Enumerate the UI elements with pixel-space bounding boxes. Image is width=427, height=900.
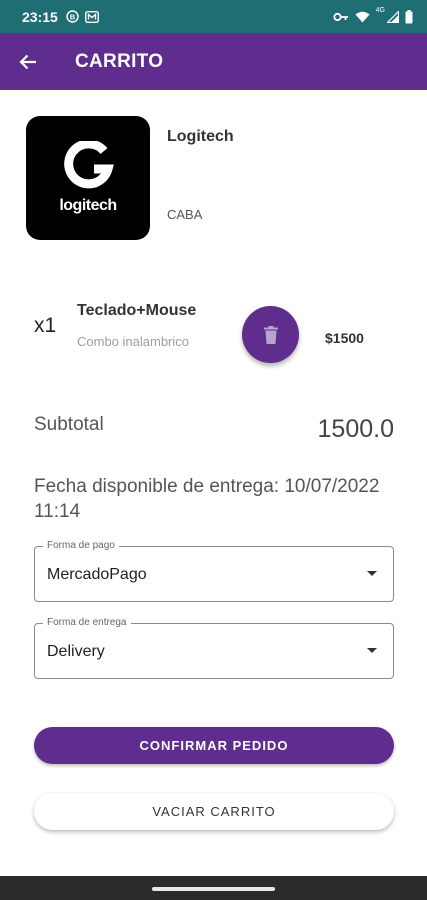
delivery-date: Fecha disponible de entrega: 10/07/2022 … <box>34 476 380 522</box>
status-system-icons: 4G <box>333 6 413 24</box>
payment-method-label: Forma de pago <box>43 540 119 551</box>
item-name: Teclado+Mouse <box>77 302 197 319</box>
delete-item-button[interactable] <box>242 306 299 363</box>
item-quantity: x1 <box>34 314 57 337</box>
system-nav-bar <box>0 876 427 900</box>
signal-type-label: 4G <box>375 6 385 14</box>
subtotal-value: 1500.0 <box>317 415 394 443</box>
app-bar: CARRITO <box>0 33 427 90</box>
confirm-order-button[interactable]: CONFIRMAR PEDIDO <box>34 727 394 764</box>
signal-icon <box>387 10 399 23</box>
dropdown-arrow-icon <box>367 648 377 653</box>
subtotal-label: Subtotal <box>34 414 104 435</box>
status-m-icon <box>84 10 99 23</box>
wifi-icon <box>355 11 370 23</box>
battery-icon <box>405 9 413 24</box>
item-description: Combo inalambrico <box>77 334 189 349</box>
delivery-method-label: Forma de entrega <box>43 617 131 628</box>
store-location: CABA <box>167 207 203 222</box>
delivery-method-value: Delivery <box>47 643 105 660</box>
status-bar: 23:15 B 4G <box>0 0 427 33</box>
trash-icon <box>263 325 278 344</box>
home-gesture-handle[interactable] <box>152 887 275 891</box>
svg-text:B: B <box>70 12 76 21</box>
store-logo: logitech <box>26 116 150 240</box>
arrow-back-icon <box>19 54 37 70</box>
page-title: CARRITO <box>75 50 164 72</box>
store-name: Logitech <box>167 128 234 145</box>
empty-cart-button[interactable]: VACIAR CARRITO <box>34 793 394 830</box>
logitech-g-icon <box>60 141 116 191</box>
dropdown-arrow-icon <box>367 571 377 576</box>
status-notification-icons: B <box>66 10 99 23</box>
status-b-icon: B <box>66 10 79 23</box>
vpn-key-icon <box>333 12 349 22</box>
payment-method-select[interactable]: Forma de pago MercadoPago <box>34 540 394 602</box>
status-time: 23:15 <box>22 8 58 25</box>
payment-method-value: MercadoPago <box>47 566 147 583</box>
back-button[interactable] <box>0 33 56 90</box>
item-price: $1500 <box>325 330 364 346</box>
store-logo-text: logitech <box>59 197 117 214</box>
delivery-method-select[interactable]: Forma de entrega Delivery <box>34 617 394 679</box>
